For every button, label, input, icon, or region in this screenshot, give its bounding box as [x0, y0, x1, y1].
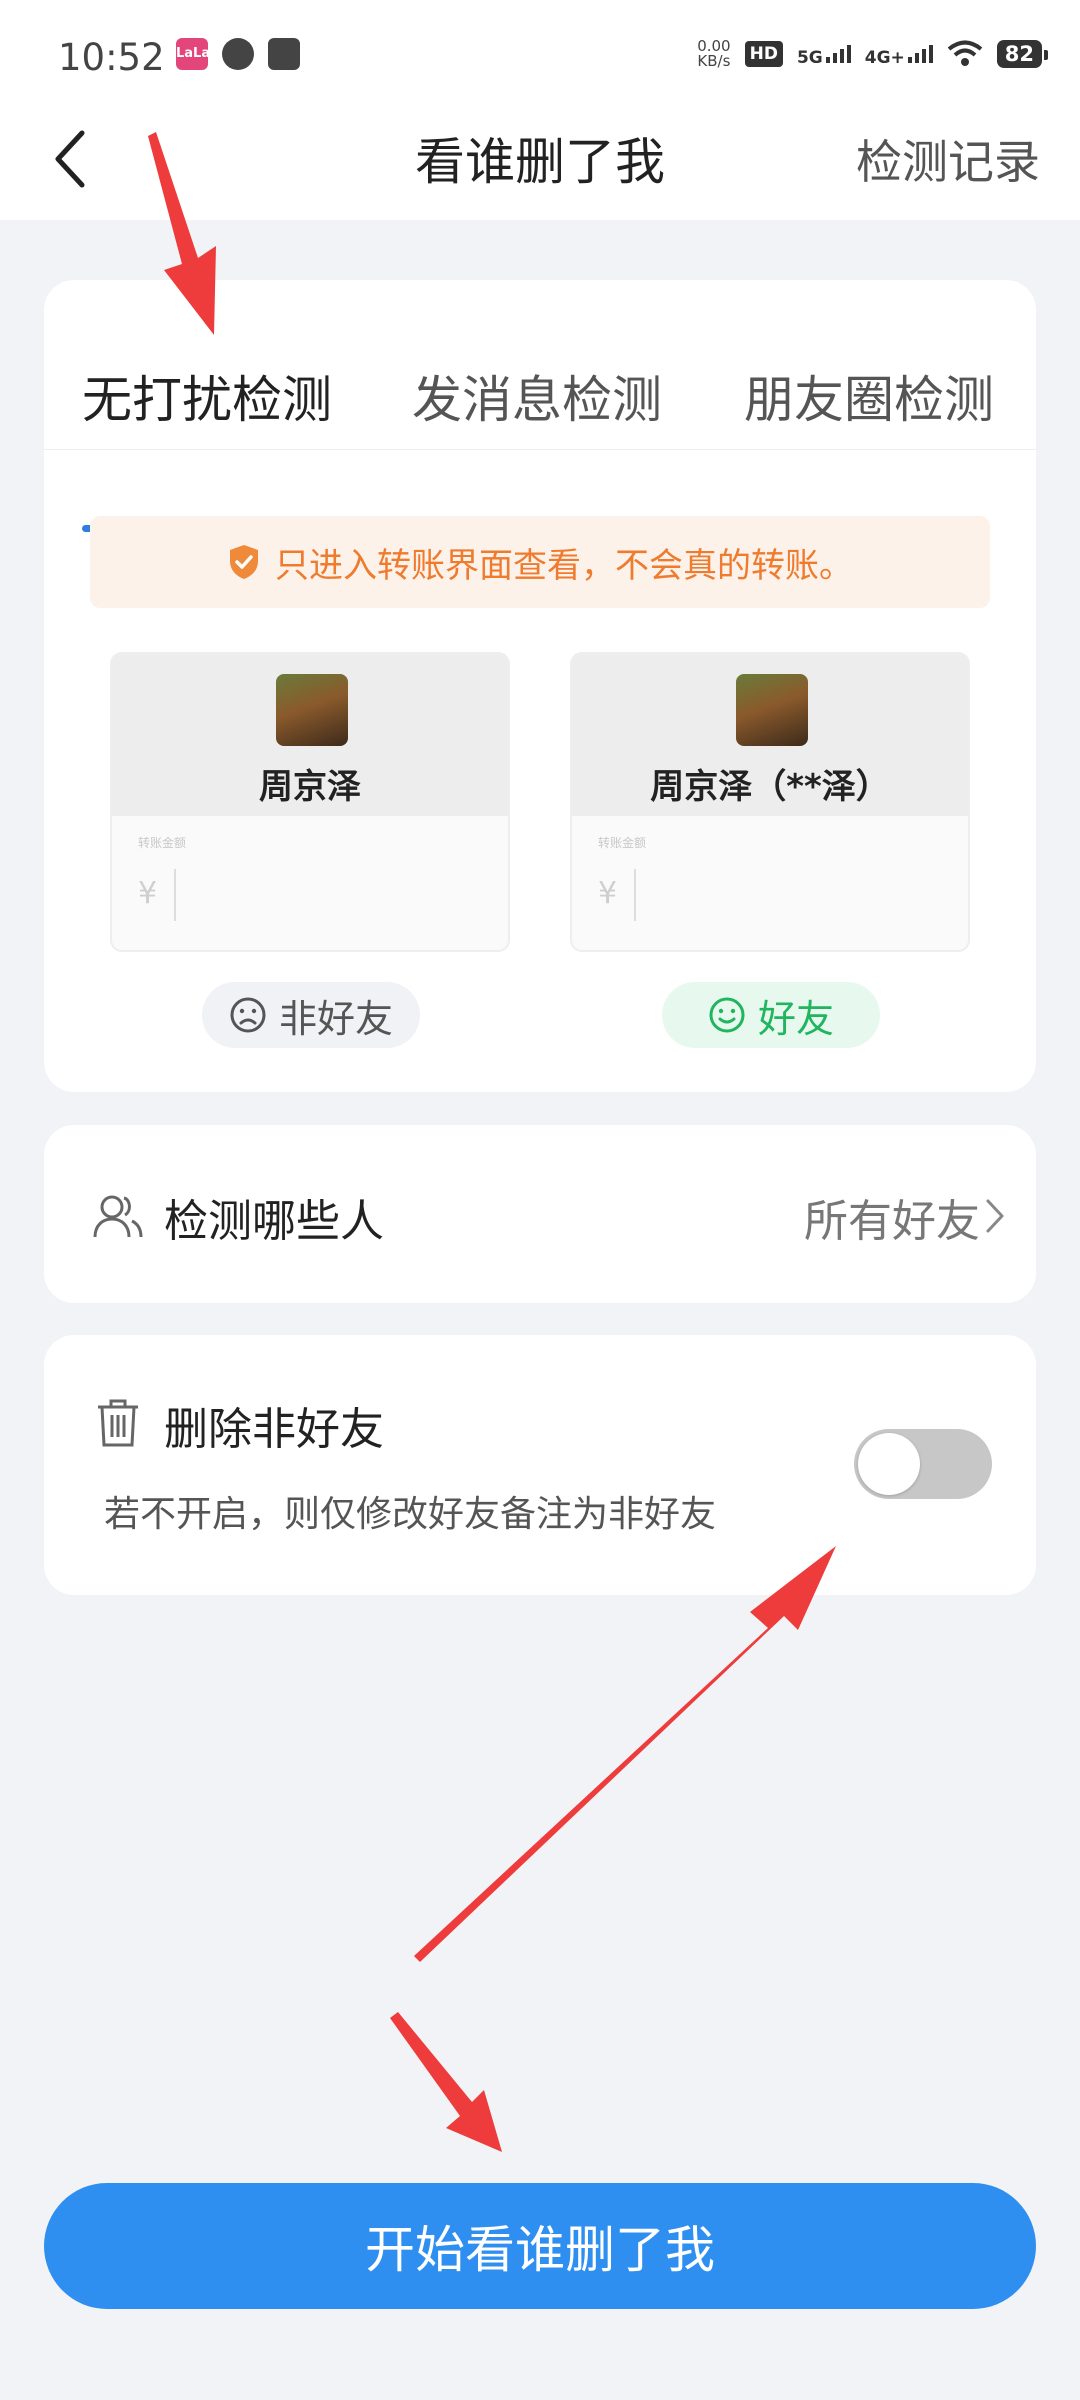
tab-moments-detection[interactable]: 朋友圈检测 [744, 360, 994, 432]
friend-badge: 好友 [662, 982, 880, 1048]
net-speed: 0.00 KB/s [697, 37, 731, 70]
delete-nonfriends-card: 删除非好友 若不开启，则仅修改好友备注为非好友 [44, 1335, 1036, 1595]
avatar [276, 674, 348, 746]
mode-tabs: 无打扰检测 发消息检测 朋友圈检测 [44, 360, 1036, 532]
toggle-knob [858, 1433, 920, 1495]
battery-icon: 82 [996, 40, 1049, 68]
safety-notice: 只进入转账界面查看，不会真的转账。 [90, 516, 990, 608]
contact-name: 周京泽（**泽） [650, 767, 890, 807]
status-bar: 10:52 LaLa 0.00 KB/s HD 5G 4G+ 82 [0, 0, 1080, 110]
amount-label: 转账金额 [138, 836, 187, 850]
signal-4g-icon: 4G+ [865, 41, 933, 68]
detection-record-link[interactable]: 检测记录 [856, 126, 1040, 192]
people-icon [93, 1195, 143, 1238]
contact-name: 周京泽 [259, 767, 361, 807]
status-indicators: 0.00 KB/s HD 5G 4G+ 82 [697, 34, 1049, 74]
nav-header: 看谁删了我 检测记录 [0, 110, 1080, 220]
chevron-right-icon [986, 1199, 1004, 1233]
smile-face-icon [709, 997, 745, 1033]
detect-targets-label: 检测哪些人 [164, 1196, 384, 1247]
amount-label: 转账金额 [598, 836, 647, 850]
detection-mode-card: 无打扰检测 发消息检测 朋友圈检测 只进入转账界面查看，不会真的转账。 周京泽 … [44, 280, 1036, 1092]
signal-5g-icon: 5G [797, 41, 851, 68]
chat-notification-icon [222, 38, 254, 70]
delete-nonfriends-title: 删除非好友 [164, 1404, 384, 1455]
notice-text: 只进入转账界面查看，不会真的转账。 [275, 545, 853, 586]
currency-symbol: ¥ [138, 876, 158, 911]
tab-message-detection[interactable]: 发消息检测 [412, 360, 662, 432]
detect-targets-row[interactable]: 检测哪些人 所有好友 [44, 1125, 1036, 1303]
sad-face-icon [230, 997, 266, 1033]
trash-icon [98, 1399, 138, 1447]
arrow-to-toggle-icon [414, 1546, 836, 1962]
delete-nonfriends-toggle[interactable] [854, 1429, 992, 1499]
top-area: 10:52 LaLa 0.00 KB/s HD 5G 4G+ 82 看谁删了我 … [0, 0, 1080, 220]
transfer-preview-friend: 周京泽（**泽） 转账金额 ¥ [570, 652, 970, 952]
arrow-to-button-icon [390, 2012, 502, 2152]
status-time: 10:52 [58, 36, 165, 79]
detect-targets-value: 所有好友 [804, 1196, 980, 1247]
tab-silent-detection[interactable]: 无打扰检测 [82, 360, 332, 432]
nonfriend-badge: 非好友 [202, 982, 420, 1048]
delete-nonfriends-description: 若不开启，则仅修改好友备注为非好友 [104, 1494, 717, 1535]
inbox-notification-icon [268, 38, 300, 70]
wifi-icon [947, 40, 983, 66]
shield-icon [230, 545, 258, 579]
hd-icon: HD [744, 41, 783, 67]
app-notification-icon: LaLa [176, 38, 210, 70]
avatar [736, 674, 808, 746]
start-detection-button[interactable]: 开始看谁删了我 [44, 2183, 1036, 2309]
transfer-preview-nonfriend: 周京泽 转账金额 ¥ [110, 652, 510, 952]
currency-symbol: ¥ [598, 876, 618, 911]
